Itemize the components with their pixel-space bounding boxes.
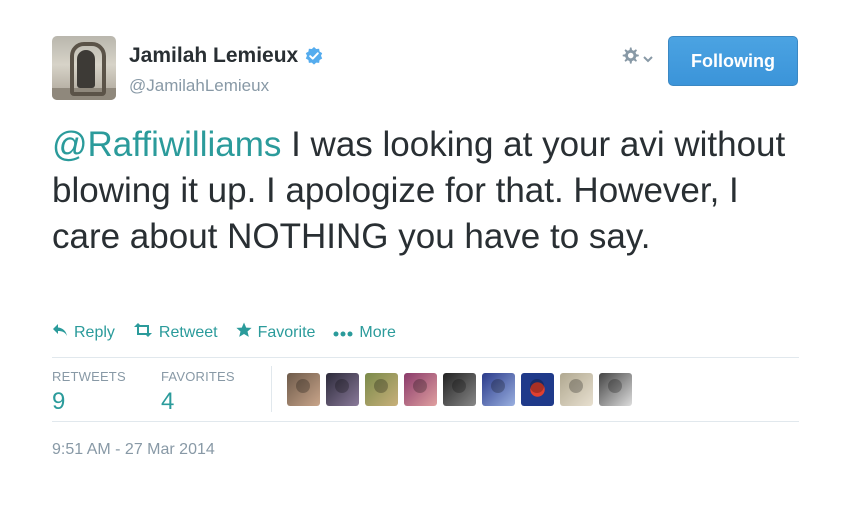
favorites-stat[interactable]: FAVORITES 4 [161, 369, 235, 416]
user-name-text: Jamilah Lemieux [129, 44, 299, 67]
chevron-down-icon [643, 50, 653, 68]
retweets-stat-label: RETWEETS [52, 369, 126, 384]
reply-label: Reply [74, 323, 115, 341]
engager-avatar[interactable] [365, 373, 398, 406]
tweet-timestamp[interactable]: 9:51 AM - 27 Mar 2014 [52, 441, 215, 459]
engager-avatar[interactable] [599, 373, 632, 406]
engager-avatar[interactable] [287, 373, 320, 406]
tweet-mention-link[interactable]: @Raffiwilliams [52, 125, 281, 164]
favorites-stat-label: FAVORITES [161, 369, 235, 384]
favorite-label: Favorite [257, 323, 316, 341]
retweet-label: Retweet [158, 323, 218, 341]
user-handle[interactable]: @JamilahLemieux [129, 76, 269, 96]
reply-button[interactable]: Reply [52, 323, 115, 342]
engager-avatar[interactable] [404, 373, 437, 406]
more-icon [333, 324, 353, 342]
retweets-stat[interactable]: RETWEETS 9 [52, 369, 126, 416]
retweets-stat-count: 9 [52, 388, 66, 415]
tweet-text: @Raffiwilliams I was looking at your avi… [52, 122, 812, 260]
more-label: More [359, 323, 396, 341]
reply-icon [52, 323, 68, 342]
engager-avatars [287, 373, 632, 406]
retweet-icon [133, 323, 153, 342]
following-button[interactable]: Following [668, 36, 798, 86]
engager-avatar[interactable] [521, 373, 554, 406]
retweet-button[interactable]: Retweet [133, 323, 218, 342]
user-fullname[interactable]: Jamilah Lemieux [129, 44, 324, 68]
engager-avatar[interactable] [326, 373, 359, 406]
avatar-person [77, 50, 95, 88]
stats-separator [271, 366, 272, 412]
tweet-actions: Reply Retweet Favorite More [52, 322, 414, 343]
favorites-stat-count: 4 [161, 388, 175, 415]
star-icon [236, 322, 252, 343]
engager-avatar[interactable] [560, 373, 593, 406]
stats-bottom-divider [52, 421, 799, 422]
engager-avatar[interactable] [482, 373, 515, 406]
stats-top-divider [52, 357, 799, 358]
more-button[interactable]: More [333, 323, 396, 342]
engager-avatar[interactable] [443, 373, 476, 406]
favorite-button[interactable]: Favorite [236, 322, 316, 343]
verified-badge-icon [304, 46, 324, 66]
profile-avatar[interactable] [52, 36, 116, 100]
user-actions-dropdown[interactable] [620, 46, 653, 71]
gear-icon [620, 46, 640, 71]
